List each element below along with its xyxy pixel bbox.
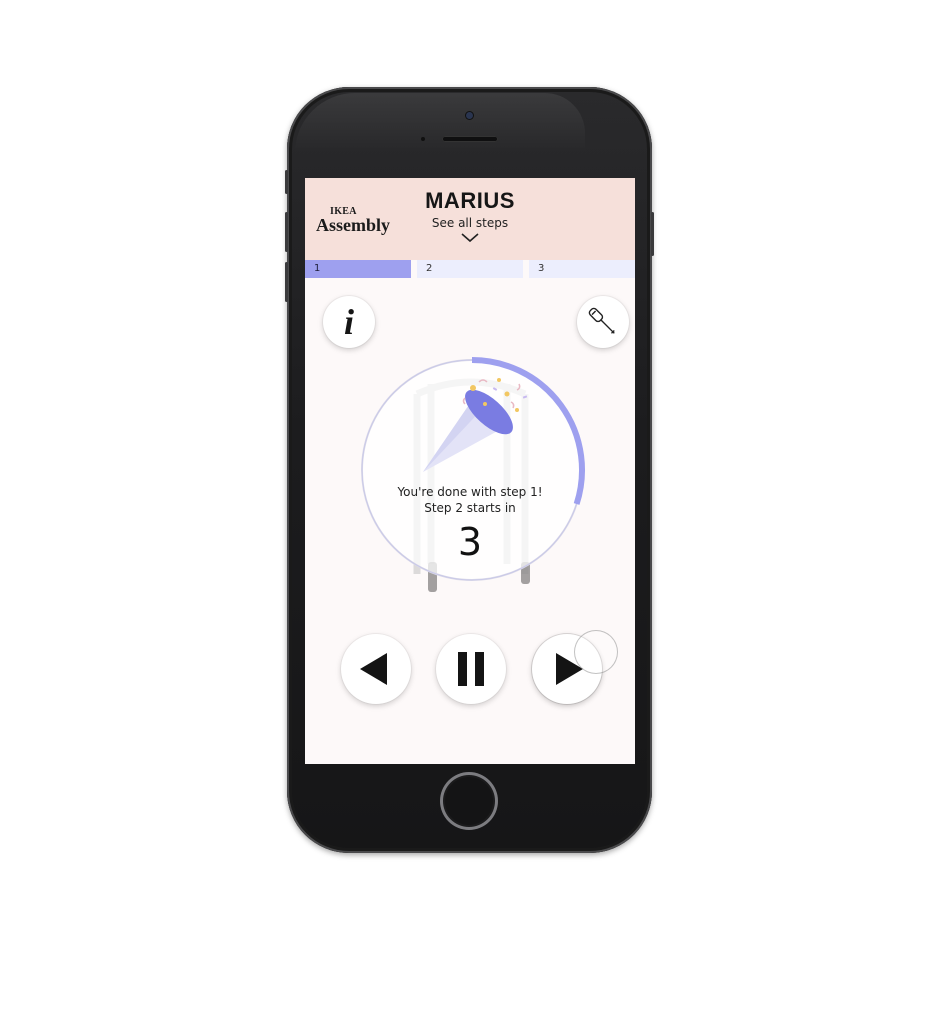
product-title: MARIUS <box>425 188 515 213</box>
logo-main-text: Assembly <box>316 215 391 235</box>
app-screen: IKEA Assembly MARIUS See all steps 1 2 3 <box>305 178 635 764</box>
next-step-message: Step 2 starts in <box>424 501 516 515</box>
previous-button[interactable] <box>341 634 411 704</box>
step-tab-3[interactable]: 3 <box>529 260 635 278</box>
earpiece-speaker <box>442 136 498 142</box>
title-block[interactable]: MARIUS See all steps <box>405 188 535 244</box>
step-tab-label: 2 <box>426 263 433 274</box>
volume-down-button <box>285 262 288 302</box>
info-icon: i <box>343 302 354 342</box>
phone-sheen <box>295 93 585 153</box>
countdown-seconds: 3 <box>457 520 483 564</box>
home-button[interactable] <box>440 772 498 830</box>
proximity-sensor <box>421 137 425 141</box>
step-tab-1[interactable]: 1 <box>305 260 411 278</box>
volume-up-button <box>285 212 288 252</box>
screwdriver-icon <box>588 307 615 334</box>
chevron-down-icon[interactable] <box>460 232 480 244</box>
step-tab-label: 1 <box>314 263 321 274</box>
touch-indicator <box>574 630 618 674</box>
app-header: IKEA Assembly MARIUS See all steps <box>305 178 635 260</box>
front-camera <box>466 112 473 119</box>
previous-icon <box>360 653 387 685</box>
pause-button[interactable] <box>436 634 506 704</box>
pause-icon <box>458 652 484 686</box>
party-popper-icon <box>423 378 528 472</box>
see-all-steps-link[interactable]: See all steps <box>405 216 535 230</box>
step-tab-2[interactable]: 2 <box>417 260 523 278</box>
tools-button[interactable] <box>577 296 629 348</box>
step-tabs: 1 2 3 <box>305 260 635 278</box>
stage: IKEA Assembly MARIUS See all steps 1 2 3 <box>0 0 937 1009</box>
mute-switch <box>285 170 288 194</box>
info-button[interactable]: i <box>323 296 375 348</box>
power-button <box>651 212 654 256</box>
step-tab-label: 3 <box>538 263 545 274</box>
done-message: You're done with step 1! <box>397 485 543 499</box>
ikea-assembly-logo: IKEA Assembly <box>316 206 391 235</box>
